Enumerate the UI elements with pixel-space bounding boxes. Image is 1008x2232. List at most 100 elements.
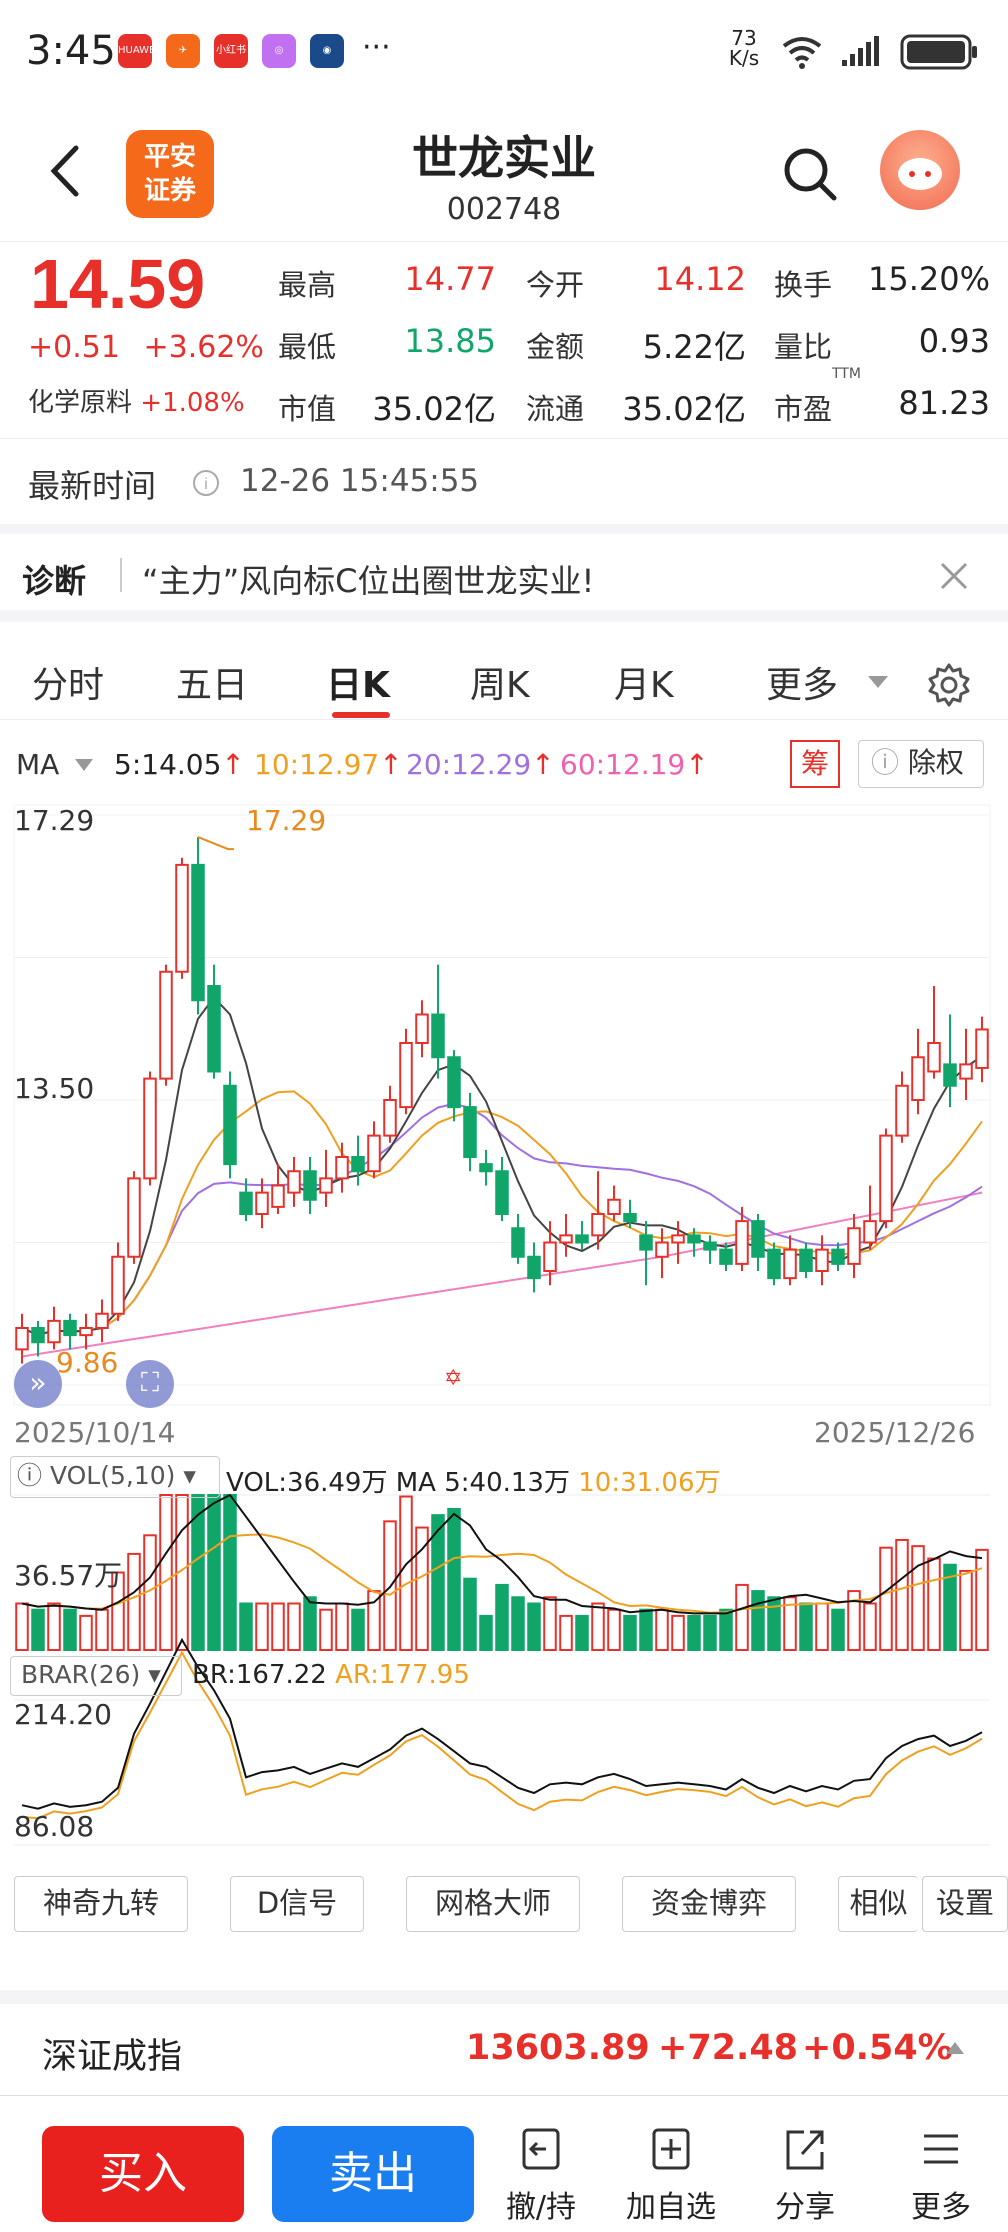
add-watchlist-button[interactable]: 加自选 (626, 2124, 716, 2226)
ma-label[interactable]: MA (16, 748, 59, 781)
active-tab-indicator (332, 712, 390, 718)
stock-code: 002748 (446, 192, 562, 227)
gear-icon[interactable] (926, 662, 972, 708)
candle-body (95, 1312, 109, 1329)
open-value: 14.12 (654, 260, 746, 298)
price-panel-frame (13, 804, 991, 1406)
float-cap-value: 35.02亿 (622, 390, 746, 428)
sell-button[interactable]: 卖出 (272, 2126, 474, 2222)
candle-body (543, 1241, 557, 1272)
volume-bars (15, 1493, 989, 1652)
volume-bar (671, 1614, 685, 1652)
candle-body (959, 1063, 973, 1080)
candle-body (655, 1241, 669, 1258)
d-signal-button[interactable]: D信号 (230, 1876, 364, 1932)
volume-bar (975, 1548, 989, 1651)
status-bar: 3:45 HUAWEI ✈ 小红书 ◎ ◉ ··· 73 K/s (0, 0, 1008, 100)
brar-y-top: 214.20 (14, 1698, 112, 1731)
high-value: 14.77 (404, 260, 496, 298)
vol-indicator-select[interactable]: ⓘ VOL(5,10) ▾ (10, 1456, 220, 1498)
app-icon: ◎ (262, 34, 296, 68)
more-button[interactable]: 更多 (896, 2124, 986, 2226)
tab-monthly-k[interactable]: 月K (614, 656, 674, 708)
tab-more[interactable]: 更多 (766, 656, 838, 708)
index-row[interactable]: 深证成指 13603.89 +72.48 +0.54% (0, 1990, 1008, 2090)
xiaohongshu-icon: 小红书 (214, 34, 248, 68)
volume-bar (895, 1538, 909, 1652)
brar-indicator-select[interactable]: BRAR(26) ▾ (10, 1656, 182, 1696)
more-notifications-icon: ··· (362, 30, 391, 65)
ma5-text: 5:14.05 (114, 748, 222, 781)
market-cap-value: 35.02亿 (372, 390, 496, 428)
tab-weekly-k[interactable]: 周K (470, 656, 530, 708)
candle-body (15, 1327, 29, 1351)
diagnose-text[interactable]: “主力”风向标C位出圈世龙实业! (142, 556, 594, 602)
buy-button[interactable]: 买入 (42, 2126, 244, 2222)
candle-body (831, 1248, 845, 1265)
volume-bar (399, 1495, 413, 1651)
volume-bar (911, 1545, 925, 1652)
grid-master-button[interactable]: 网格大师 (406, 1876, 580, 1932)
high-label: 最高 (278, 268, 337, 302)
volume-bar (527, 1602, 541, 1651)
share-button[interactable]: 分享 (760, 2124, 850, 2226)
volume-bar (367, 1590, 381, 1651)
volume-bar (287, 1602, 301, 1651)
event-star-icon[interactable]: ✡ (444, 1366, 462, 1391)
diagnose-row[interactable]: 诊断 “主力”风向标C位出圈世龙实业! (0, 524, 1008, 612)
close-icon[interactable] (936, 558, 972, 594)
volume-bar (575, 1614, 589, 1652)
candle-body (799, 1248, 813, 1272)
volume-bar (31, 1608, 45, 1652)
candle-body (719, 1248, 733, 1265)
up-arrow-icon: ↑ (685, 748, 709, 781)
candle-body (319, 1177, 333, 1194)
similar-button[interactable]: 相似 (838, 1876, 918, 1932)
x-end-label: 2025/12/26 (814, 1416, 976, 1449)
candle-body (191, 863, 205, 1002)
dropdown-icon: ▾ (183, 1461, 196, 1490)
caret-up-icon (946, 2042, 964, 2054)
tab-daily-k[interactable]: 日K (326, 656, 390, 708)
volume-ratio-value: 0.93 (918, 322, 990, 360)
fullscreen-icon[interactable]: ⛶ (126, 1360, 174, 1408)
candle-body (159, 970, 173, 1080)
ma10-text: 10:12.97 (254, 748, 380, 781)
high-marker-line (197, 836, 234, 851)
pe-value: 81.23 (898, 384, 990, 422)
up-arrow-icon: ↑ (379, 748, 403, 781)
open-label: 今开 (526, 268, 585, 302)
ma-dropdown-icon[interactable] (74, 758, 94, 772)
ex-rights-button[interactable]: ⓘ 除权 (858, 740, 984, 788)
volume-bar (543, 1596, 557, 1651)
volume-bar (495, 1583, 509, 1652)
candle-body (479, 1163, 493, 1173)
dropdown-triangle-icon (868, 676, 888, 688)
capital-game-button[interactable]: 资金博弈 (622, 1876, 796, 1932)
volume-bar (639, 1608, 653, 1652)
clock: 3:45 (26, 28, 116, 74)
turnover-label: 换手 (774, 268, 833, 302)
candle-body (703, 1241, 717, 1251)
info-icon[interactable]: i (192, 469, 220, 497)
settings-button[interactable]: 设置 (922, 1876, 1008, 1932)
mascot-icon (898, 158, 942, 190)
tab-five-day[interactable]: 五日 (176, 656, 248, 708)
withdraw-hold-button[interactable]: 撤/持 (496, 2124, 586, 2226)
kline-chart[interactable] (0, 795, 1008, 1875)
share-icon (786, 2130, 824, 2170)
magic-nine-button[interactable]: 神奇九转 (14, 1876, 188, 1932)
candle-body (399, 1042, 413, 1109)
tab-intraday[interactable]: 分时 (32, 656, 104, 708)
ma-legend: MA 5:14.05↑ 10:12.97↑ 20:12.29↑ 60:12.19… (0, 740, 1008, 790)
volume-bar (303, 1596, 317, 1651)
up-arrow-icon: ↑ (221, 748, 245, 781)
expand-left-icon[interactable]: » (14, 1360, 62, 1408)
sector-info[interactable]: 化学原料 +1.08% (28, 382, 245, 419)
assistant-avatar[interactable] (880, 130, 960, 210)
volume-bar (607, 1608, 621, 1652)
chip-button[interactable]: 筹 (790, 740, 840, 788)
header: 平安 证券 世龙实业 002748 (0, 100, 1008, 242)
candle-body (447, 1056, 461, 1109)
search-icon[interactable] (780, 144, 840, 204)
